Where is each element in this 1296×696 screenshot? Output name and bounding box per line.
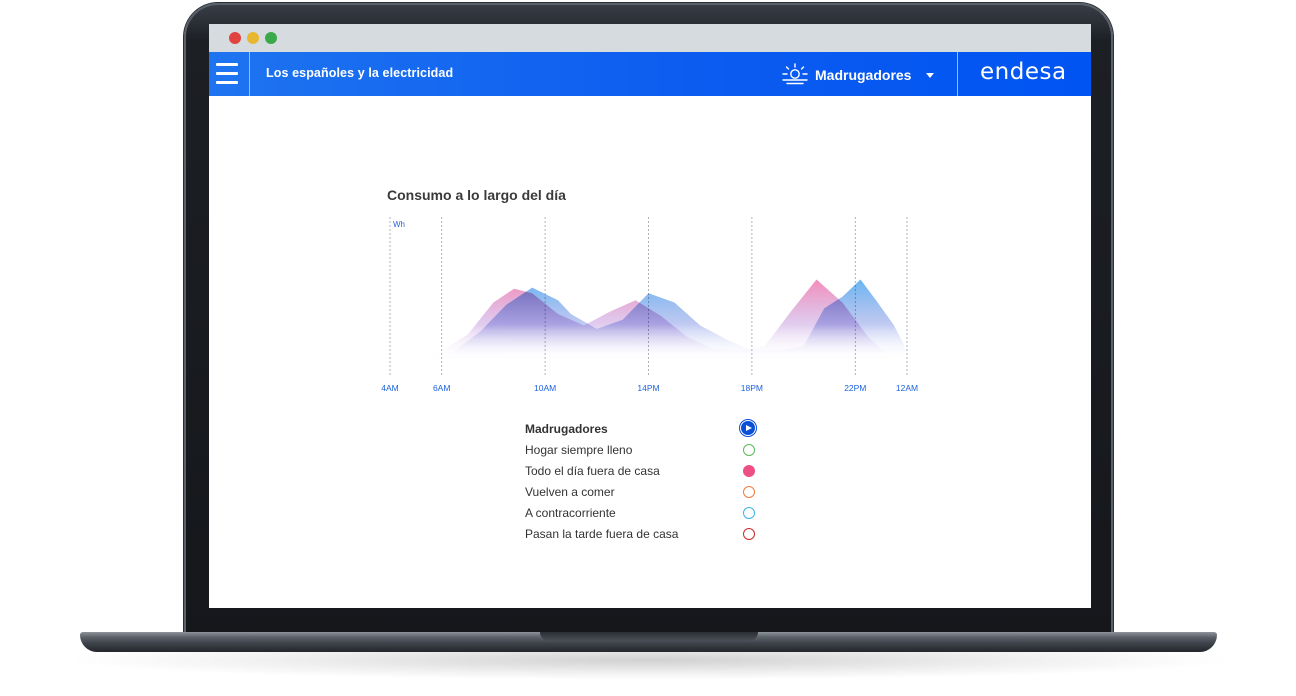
legend-item[interactable]: Madrugadores xyxy=(525,421,765,440)
legend-item[interactable]: A contracorriente xyxy=(525,506,765,524)
legend-label: Vuelven a comer xyxy=(525,485,615,499)
legend-marker-icon[interactable] xyxy=(743,507,755,519)
x-tick-label: 12AM xyxy=(896,383,918,393)
legend-label: A contracorriente xyxy=(525,506,616,520)
x-tick-label: 22PM xyxy=(844,383,866,393)
legend-item[interactable]: Todo el día fuera de casa xyxy=(525,464,765,482)
legend-item[interactable]: Hogar siempre lleno xyxy=(525,443,765,461)
legend-label: Pasan la tarde fuera de casa xyxy=(525,527,679,541)
legend-marker-icon[interactable] xyxy=(743,486,755,498)
legend-label: Todo el día fuera de casa xyxy=(525,464,660,478)
laptop-screen: Los españoles y la electricidad Madrugad… xyxy=(209,24,1091,608)
x-tick-label: 4AM xyxy=(381,383,398,393)
legend-label: Madrugadores xyxy=(525,422,608,436)
legend-marker-icon[interactable] xyxy=(743,528,755,540)
play-icon[interactable] xyxy=(741,421,755,435)
legend-item[interactable]: Vuelven a comer xyxy=(525,485,765,503)
legend-marker-icon[interactable] xyxy=(743,465,755,477)
x-tick-label: 6AM xyxy=(433,383,450,393)
legend-label: Hogar siempre lleno xyxy=(525,443,633,457)
x-tick-label: 18PM xyxy=(741,383,763,393)
consumption-area-series-2 xyxy=(428,279,907,360)
x-tick-label: 10AM xyxy=(534,383,556,393)
x-tick-label: 14PM xyxy=(637,383,659,393)
legend-item[interactable]: Pasan la tarde fuera de casa xyxy=(525,527,765,545)
legend-marker-icon[interactable] xyxy=(743,444,755,456)
laptop-notch xyxy=(540,632,758,641)
y-axis-unit: Wh xyxy=(393,220,405,229)
